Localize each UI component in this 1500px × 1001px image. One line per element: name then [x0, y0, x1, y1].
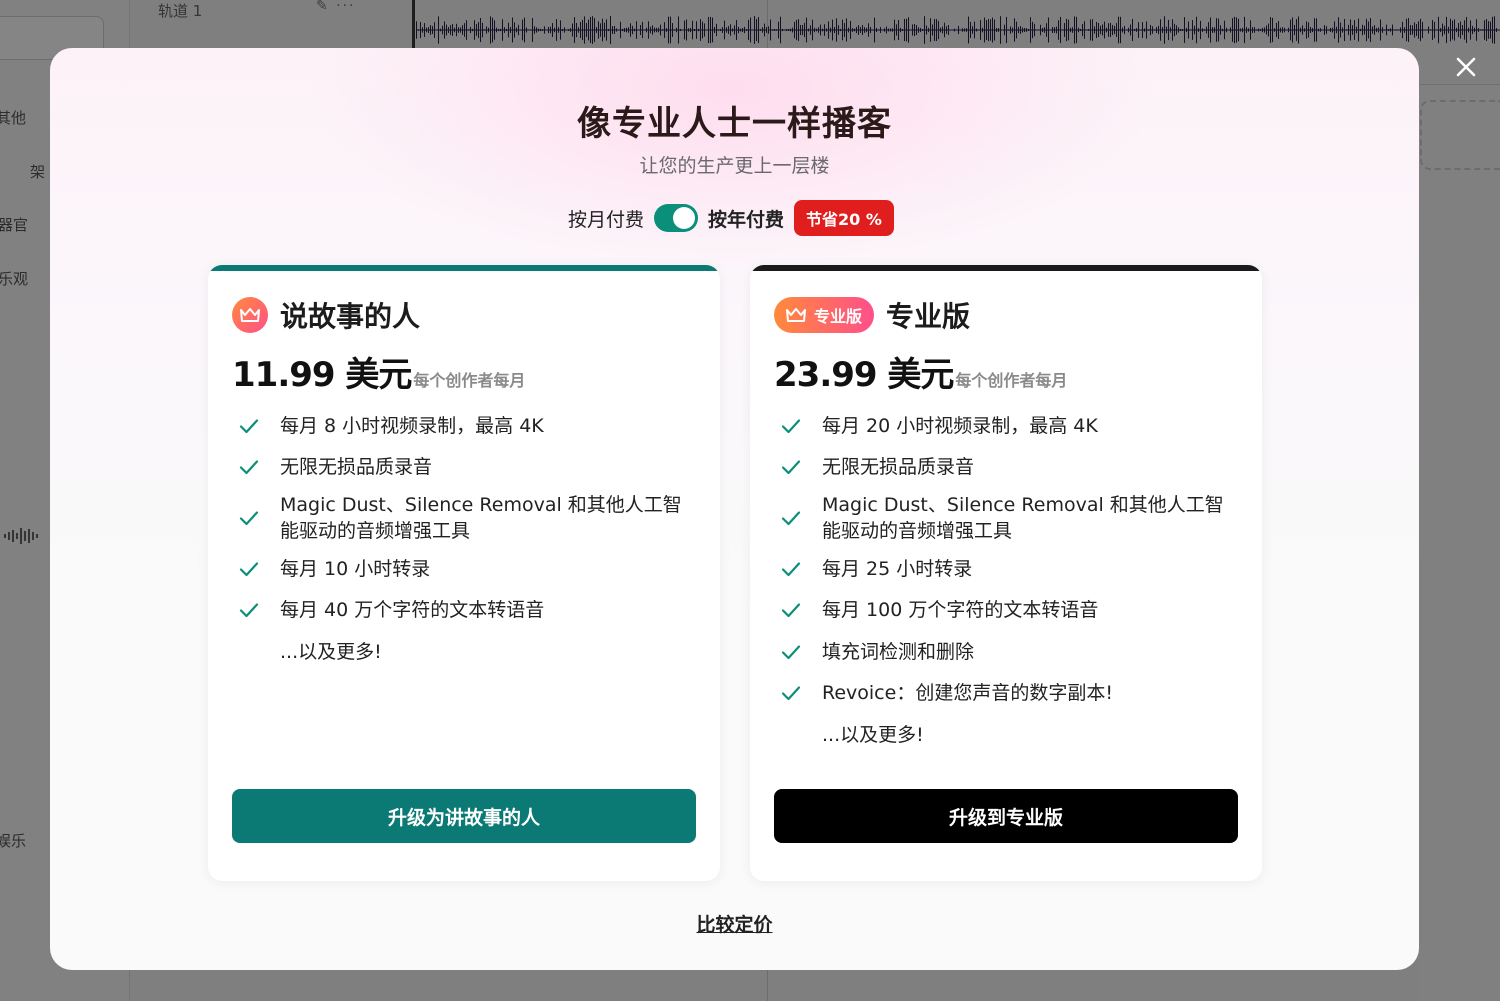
feature-item: Magic Dust、Silence Removal 和其他人工智能驱动的音频增…: [236, 488, 706, 548]
feature-item: Magic Dust、Silence Removal 和其他人工智能驱动的音频增…: [778, 488, 1248, 548]
billing-toggle-row: 按月付费 按年付费 节省20 %: [568, 200, 894, 236]
upgrade-storyteller-button[interactable]: 升级为讲故事的人: [232, 789, 696, 843]
feature-item: 无限无损品质录音: [236, 447, 706, 489]
plan-card-pro: 专业版 专业版 23.99 美元 每个创作者每月 每月 20 小时视频录制，最高…: [750, 265, 1262, 881]
feature-item: 每月 40 万个字符的文本转语音: [236, 590, 706, 632]
price-amount: 11.99 美元: [232, 355, 412, 395]
feature-text: 每月 40 万个字符的文本转语音: [280, 599, 545, 622]
feature-item: 每月 10 小时转录: [236, 548, 706, 590]
check-icon: [239, 511, 259, 526]
feature-text: 每月 20 小时视频录制，最高 4K: [822, 414, 1098, 437]
save-badge: 节省20 %: [794, 200, 894, 236]
card-accent-bar: [750, 265, 1262, 271]
crown-icon: [786, 308, 806, 322]
plan-price: 23.99 美元 每个创作者每月: [774, 347, 1067, 396]
check-icon: [781, 645, 801, 659]
price-amount: 23.99 美元: [774, 355, 954, 395]
feature-text: 每月 8 小时视频录制，最高 4K: [280, 414, 544, 437]
pricing-modal: 像专业人士一样播客 让您的生产更上一层楼 按月付费 按年付费 节省20 % 说故…: [50, 48, 1419, 970]
compare-pricing-link[interactable]: 比较定价: [696, 914, 772, 936]
check-icon: [781, 562, 801, 576]
feature-text: Revoice：创建您声音的数字副本!: [822, 682, 1113, 705]
pro-badge: 专业版: [774, 297, 875, 333]
modal-title: 像专业人士一样播客: [577, 104, 892, 144]
feature-text: 每月 10 小时转录: [280, 557, 431, 580]
price-period: 每个创作者每月: [413, 371, 526, 390]
feature-item: 每月 100 万个字符的文本转语音: [778, 590, 1248, 632]
feature-item: 无限无损品质录音: [778, 447, 1248, 489]
plan-price: 11.99 美元 每个创作者每月: [232, 347, 525, 396]
check-icon: [781, 603, 801, 618]
pro-badge-label: 专业版: [814, 307, 863, 326]
check-icon: [239, 562, 259, 576]
close-icon[interactable]: [1452, 53, 1480, 81]
feature-text: 每月 25 小时转录: [822, 557, 973, 580]
billing-toggle[interactable]: [654, 204, 699, 232]
monthly-label[interactable]: 按月付费: [568, 205, 644, 232]
check-icon: [781, 511, 801, 526]
upgrade-pro-button[interactable]: 升级到专业版: [774, 789, 1238, 843]
card-accent-bar: [208, 265, 720, 271]
feature-text: 无限无损品质录音: [822, 456, 975, 479]
check-icon: [239, 603, 259, 618]
toggle-knob: [673, 207, 696, 229]
yearly-label[interactable]: 按年付费: [708, 205, 784, 232]
feature-list: 每月 20 小时视频录制，最高 4K 无限无损品质录音 Magic Dust、Sil…: [778, 405, 1248, 756]
feature-item: Revoice：创建您声音的数字副本!: [778, 673, 1248, 715]
check-icon: [781, 419, 801, 433]
crown-icon: [232, 297, 268, 333]
price-period: 每个创作者每月: [955, 371, 1068, 390]
compare-pricing: 比较定价: [50, 910, 1419, 937]
feature-text: Magic Dust、Silence Removal 和其他人工智能驱动的音频增…: [280, 494, 682, 542]
feature-item: 填充词检测和删除: [778, 631, 1248, 673]
feature-list: 每月 8 小时视频录制，最高 4K 无限无损品质录音 Magic Dust、Sile…: [236, 405, 706, 673]
feature-item: 每月 20 小时视频录制，最高 4K: [778, 405, 1248, 447]
feature-item: 每月 25 小时转录: [778, 548, 1248, 590]
check-icon: [239, 460, 259, 475]
check-icon: [781, 460, 801, 475]
check-icon: [781, 686, 801, 701]
feature-more: ...以及更多!: [778, 714, 1248, 756]
feature-text: 每月 100 万个字符的文本转语音: [822, 599, 1099, 622]
feature-more: ...以及更多!: [236, 631, 706, 673]
feature-text: ...以及更多!: [280, 640, 382, 663]
plan-name: 专业版: [886, 300, 971, 333]
feature-item: 每月 8 小时视频录制，最高 4K: [236, 405, 706, 447]
feature-text: ...以及更多!: [822, 723, 924, 746]
feature-text: 填充词检测和删除: [822, 640, 975, 663]
feature-text: 无限无损品质录音: [280, 456, 433, 479]
card-header: 专业版 专业版: [774, 295, 970, 335]
modal-subtitle: 让您的生产更上一层楼: [639, 155, 830, 177]
check-icon: [239, 419, 259, 433]
plan-card-storyteller: 说故事的人 11.99 美元 每个创作者每月 每月 8 小时视频录制，最高 4K…: [208, 265, 720, 881]
feature-text: Magic Dust、Silence Removal 和其他人工智能驱动的音频增…: [822, 494, 1224, 542]
card-header: 说故事的人: [232, 295, 420, 335]
plan-name: 说故事的人: [280, 300, 421, 333]
